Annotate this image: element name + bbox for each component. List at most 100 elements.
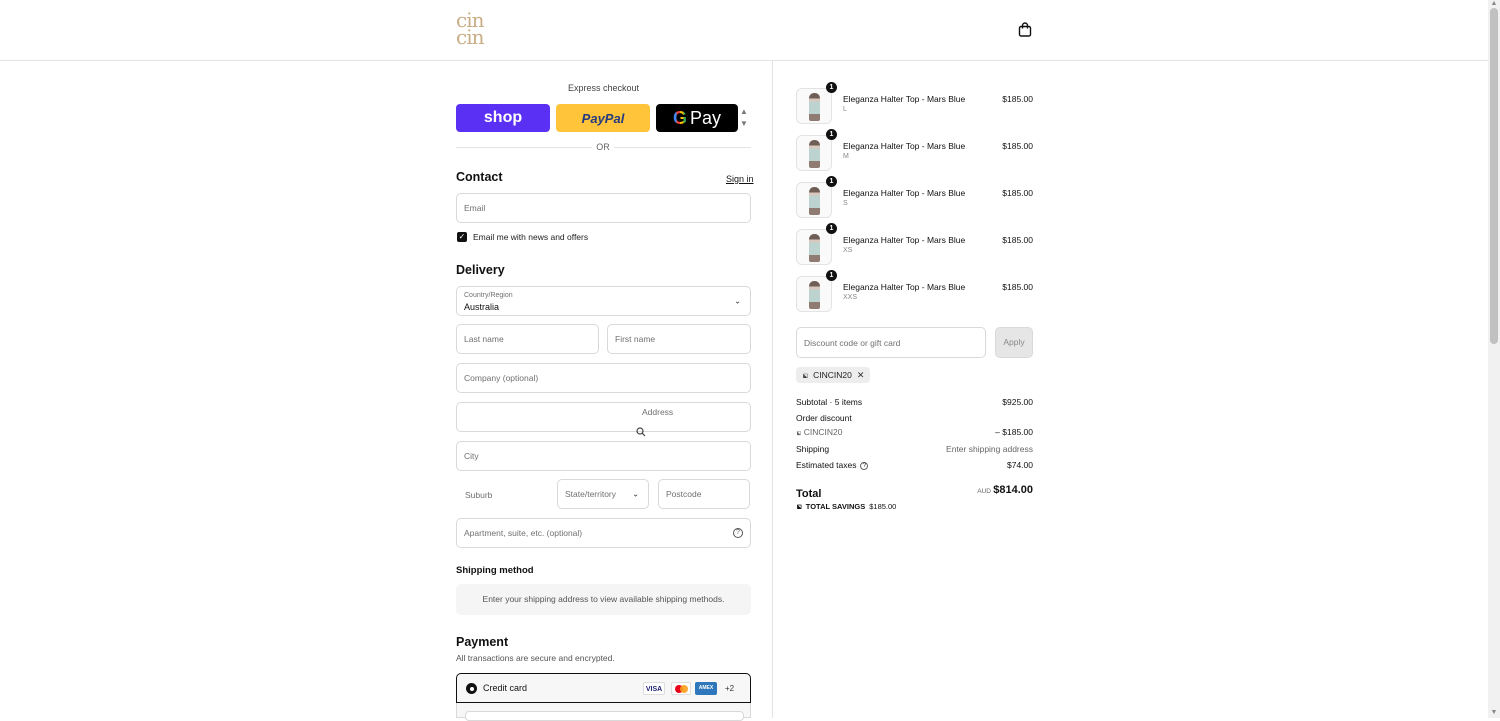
remove-discount-icon[interactable]: ✕ [857, 370, 865, 381]
last-name-field[interactable]: Last name [456, 324, 599, 354]
product-variant: M [843, 153, 849, 160]
google-pay-label: Pay [689, 107, 722, 128]
subtotal-row: Subtotal · 5 items $925.00 [796, 397, 1033, 407]
checkout-header: cin cin [0, 0, 1488, 61]
quantity-badge: 1 [826, 176, 837, 187]
apartment-placeholder: Apartment, suite, etc. (optional) [464, 528, 583, 538]
discount-code-field[interactable]: Discount code or gift card [796, 327, 986, 358]
google-pay-button[interactable]: G Pay [656, 104, 738, 132]
company-field[interactable]: Company (optional) [456, 363, 751, 393]
taxes-label: Estimated taxes [796, 460, 857, 470]
credit-card-label: Credit card [483, 683, 528, 693]
payment-heading: Payment [456, 635, 509, 649]
delivery-heading: Delivery [456, 263, 505, 277]
tag-icon: ⬖ [793, 501, 805, 512]
search-icon [636, 427, 646, 437]
card-details-panel [456, 703, 751, 721]
country-value: Australia [464, 302, 500, 312]
taxes-value: $74.00 [1007, 460, 1033, 470]
shopping-bag-icon[interactable] [1018, 22, 1032, 37]
product-name: Eleganza Halter Top - Mars Blue [843, 235, 966, 245]
taxes-row: Estimated taxes? $74.00 [796, 460, 1033, 470]
savings-value: $185.00 [869, 502, 897, 511]
company-placeholder: Company (optional) [464, 373, 539, 383]
shipping-value: Enter shipping address [946, 444, 1033, 454]
scroll-down-arrow-icon[interactable]: ▼ [1490, 709, 1498, 716]
state-select[interactable]: State/territory ⌄ [557, 479, 649, 509]
scroll-up-arrow-icon[interactable]: ▲ [1490, 0, 1498, 7]
city-placeholder: City [464, 451, 479, 461]
product-thumbnail [796, 135, 832, 171]
total-savings: ⬖ TOTAL SAVINGS $185.00 [793, 501, 897, 512]
quantity-badge: 1 [826, 223, 837, 234]
product-variant: XXS [843, 294, 858, 301]
product-variant: S [843, 200, 848, 207]
order-line-item: 1 Eleganza Halter Top - Mars Blue XS $185.0… [796, 223, 1033, 267]
contact-heading: Contact [456, 170, 503, 184]
mastercard-icon [671, 682, 691, 695]
brand-logo[interactable]: cin cin [456, 10, 492, 50]
amex-icon: AMEX [695, 682, 717, 695]
help-icon[interactable]: ? [733, 528, 743, 538]
scrollbar-thumb[interactable] [1490, 8, 1498, 344]
credit-card-option[interactable]: Credit card VISA AMEX +2 [456, 673, 751, 703]
address-field[interactable]: Address [456, 402, 751, 437]
savings-label: TOTAL SAVINGS [805, 502, 866, 511]
news-checkbox-label[interactable]: Email me with news and offers [473, 232, 588, 242]
quantity-badge: 1 [826, 129, 837, 140]
email-field[interactable]: Email [456, 193, 751, 223]
country-label: Country/Region [464, 292, 513, 299]
order-line-item: 1 Eleganza Halter Top - Mars Blue L $185.00 [796, 82, 1033, 126]
product-price: $185.00 [1002, 235, 1033, 245]
visa-icon: VISA [643, 682, 665, 695]
express-scroll-arrows[interactable]: ▲ ▼ [739, 106, 749, 130]
express-checkout-title: Express checkout [567, 83, 640, 93]
subtotal-value: $925.00 [1002, 397, 1033, 407]
apply-discount-button[interactable]: Apply [995, 327, 1033, 358]
first-name-placeholder: First name [615, 334, 656, 344]
product-price: $185.00 [1002, 94, 1033, 104]
total-label: Total [796, 488, 822, 500]
more-cards-count: +2 [725, 684, 735, 693]
chevron-down-icon: ⌄ [734, 296, 741, 306]
tag-icon: ⬖ [799, 369, 811, 381]
suburb-field[interactable]: Suburb [465, 490, 492, 500]
total-value: $814.00 [993, 484, 1033, 496]
google-g-icon: G [672, 107, 687, 128]
postcode-placeholder: Postcode [666, 489, 702, 499]
currency-code: AUD [977, 488, 991, 495]
discount-code-label: CINCIN20 [803, 427, 843, 437]
subtotal-label: Subtotal · 5 items [796, 397, 863, 407]
quantity-badge: 1 [826, 82, 837, 93]
caret-down-icon[interactable]: ▼ [739, 118, 749, 130]
payment-subtitle: All transactions are secure and encrypte… [456, 653, 615, 663]
email-placeholder: Email [464, 203, 486, 213]
product-thumbnail [796, 276, 832, 312]
postcode-field[interactable]: Postcode [658, 479, 750, 509]
shop-pay-button[interactable]: shop [456, 104, 550, 132]
applied-code: CINCIN20 [813, 370, 852, 380]
discount-value: – $185.00 [995, 427, 1033, 437]
shipping-method-heading: Shipping method [456, 565, 534, 576]
info-icon[interactable]: ? [860, 461, 869, 470]
country-select[interactable]: Country/Region Australia ⌄ [456, 286, 751, 316]
credit-card-radio[interactable] [466, 683, 477, 694]
state-placeholder: State/territory [565, 489, 617, 499]
apartment-field[interactable]: Apartment, suite, etc. (optional) ? [456, 518, 751, 548]
discount-placeholder: Discount code or gift card [804, 338, 901, 348]
sign-in-link[interactable]: Sign in [726, 174, 754, 184]
news-checkbox[interactable]: ✓ [457, 232, 467, 242]
product-thumbnail [796, 88, 832, 124]
first-name-field[interactable]: First name [607, 324, 751, 354]
card-number-field[interactable] [465, 711, 744, 721]
column-divider [772, 61, 773, 718]
paypal-button[interactable]: PayPal [556, 104, 650, 132]
caret-up-icon[interactable]: ▲ [739, 106, 749, 118]
product-price: $185.00 [1002, 188, 1033, 198]
total-row: Total AUD $814.00 [796, 484, 1033, 502]
product-name: Eleganza Halter Top - Mars Blue [843, 94, 966, 104]
product-name: Eleganza Halter Top - Mars Blue [843, 188, 966, 198]
product-price: $185.00 [1002, 141, 1033, 151]
city-field[interactable]: City [456, 441, 751, 471]
shipping-label: Shipping [796, 444, 830, 454]
